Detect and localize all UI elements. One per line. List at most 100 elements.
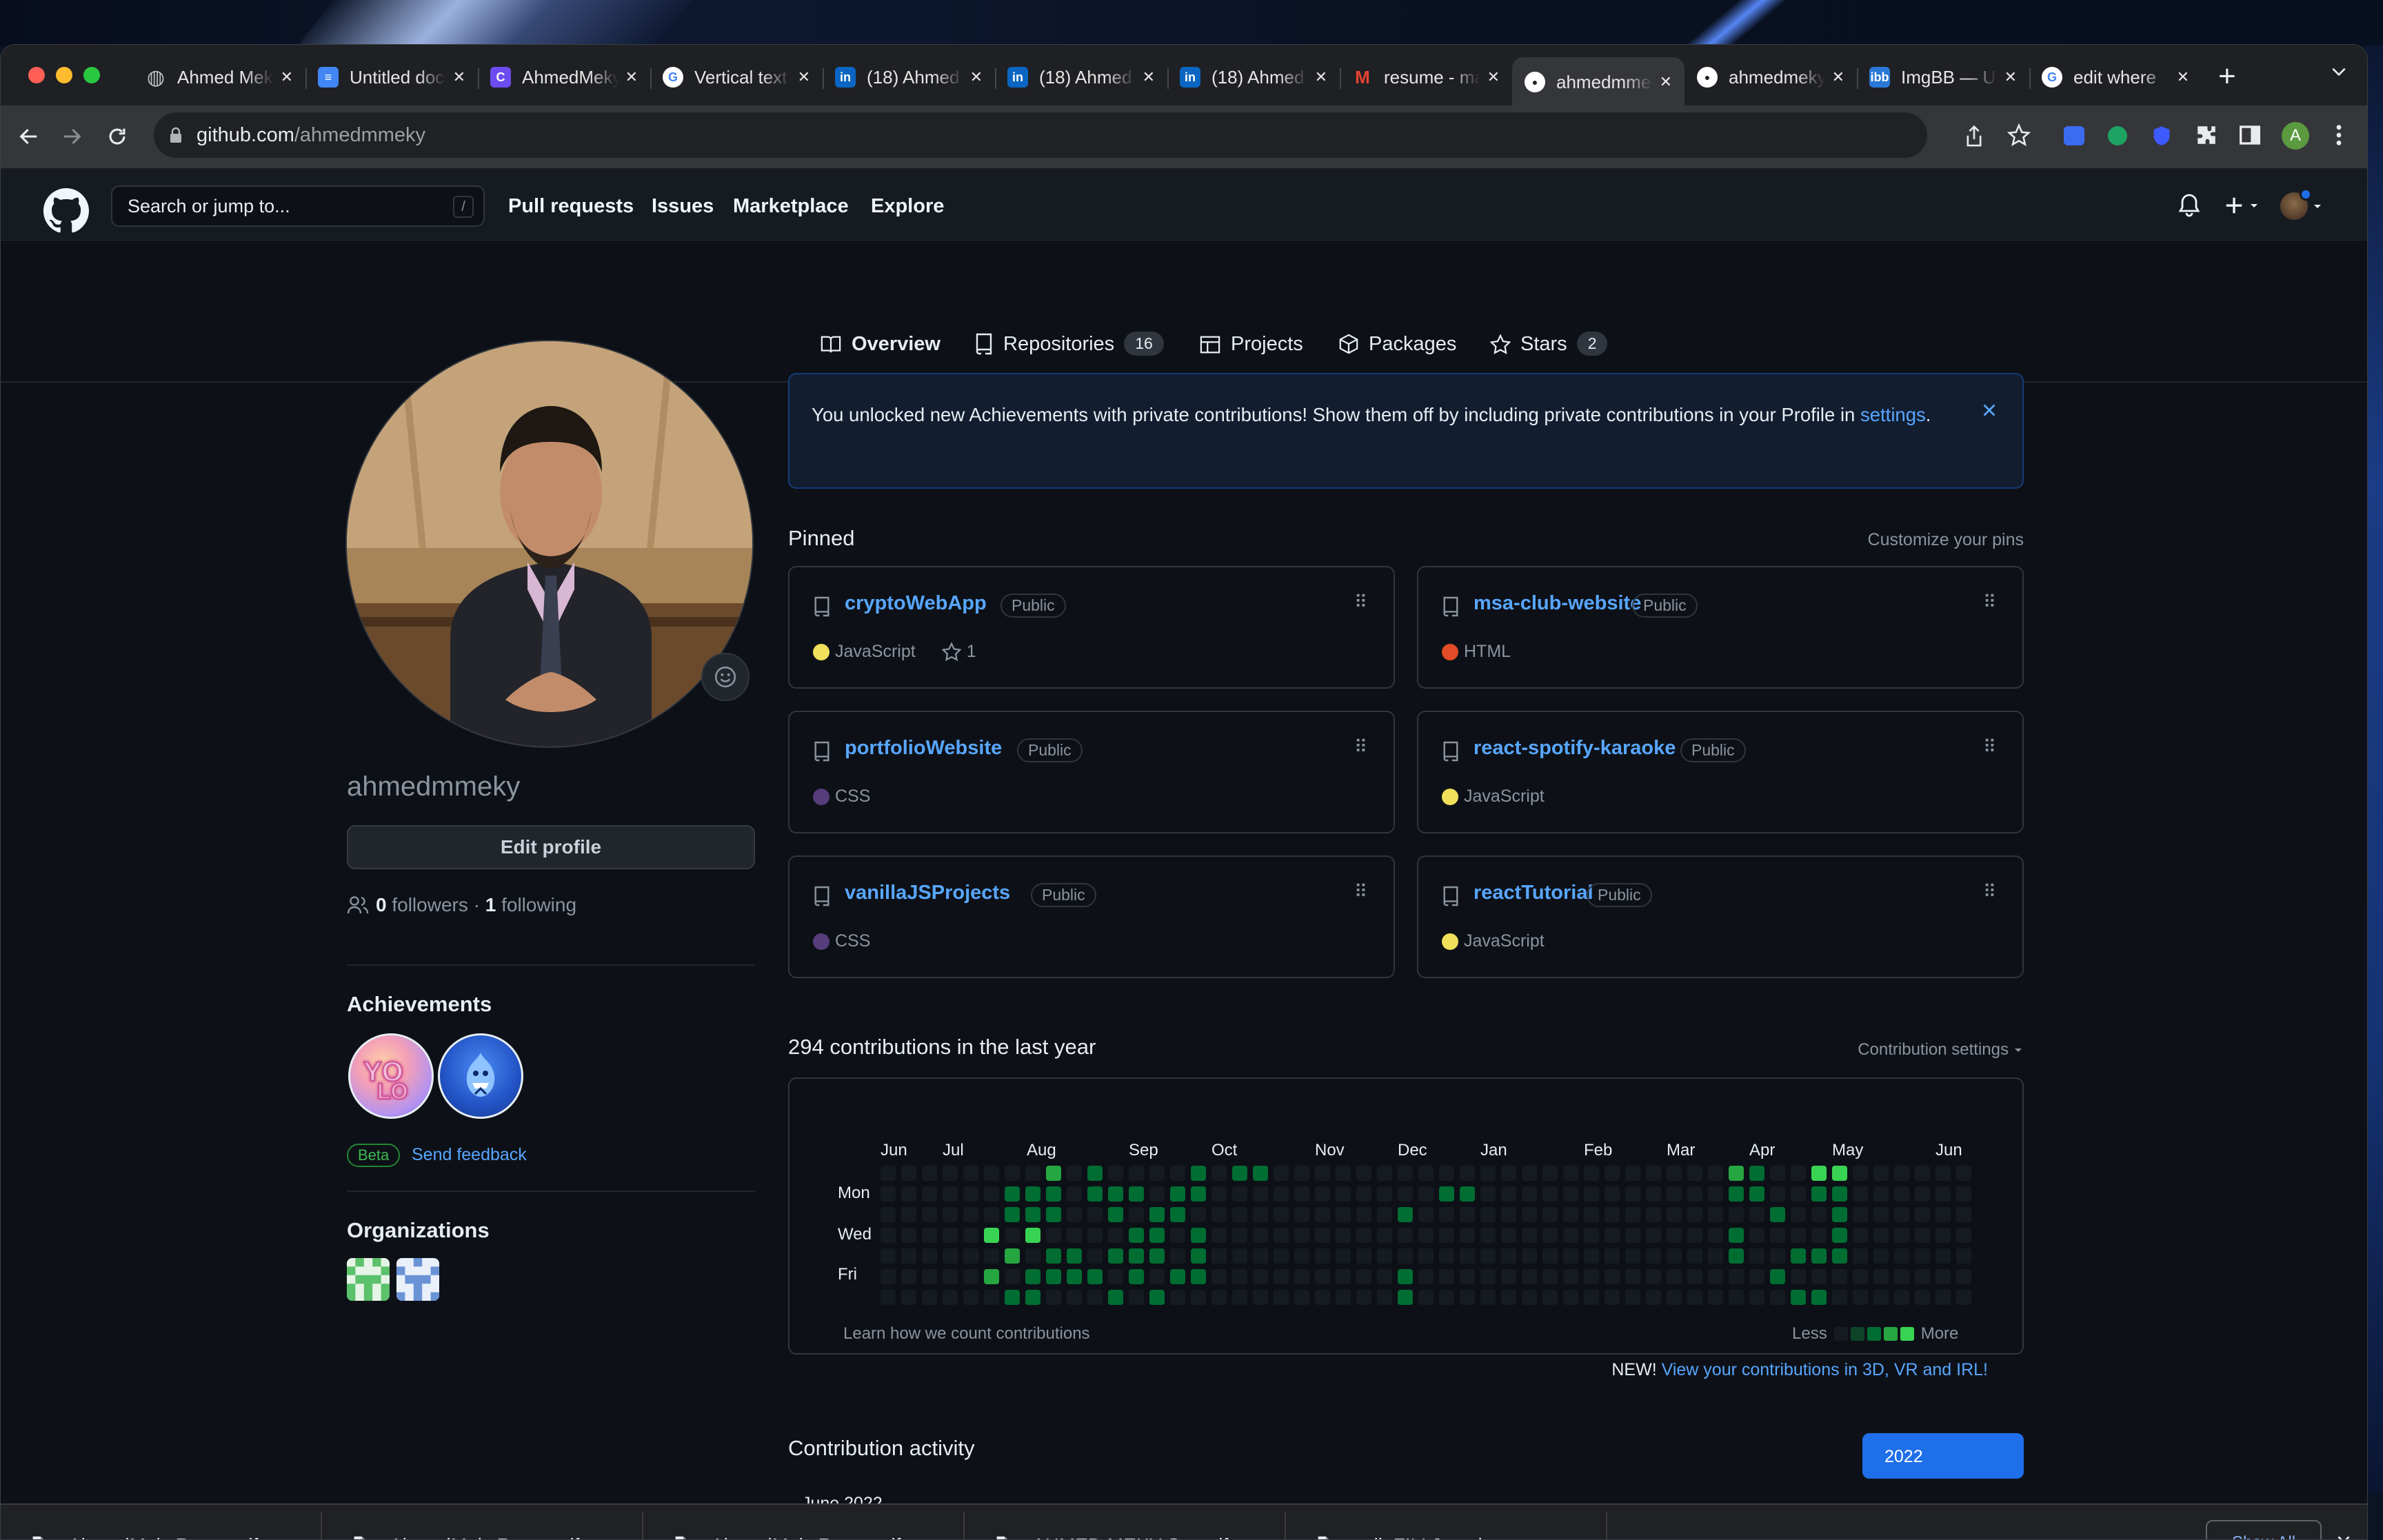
contribution-day-cell[interactable]	[1046, 1228, 1061, 1243]
contribution-day-cell[interactable]	[1811, 1207, 1827, 1222]
contribution-day-cell[interactable]	[943, 1269, 958, 1284]
contribution-day-cell[interactable]	[1067, 1207, 1082, 1222]
contribution-day-cell[interactable]	[1087, 1228, 1103, 1243]
tab-close-icon[interactable]: ✕	[620, 68, 638, 86]
contribution-day-cell[interactable]	[984, 1269, 999, 1284]
contribution-day-cell[interactable]	[1025, 1269, 1040, 1284]
contribution-day-cell[interactable]	[1522, 1166, 1537, 1181]
contribution-day-cell[interactable]	[1584, 1228, 1599, 1243]
contribution-day-cell[interactable]	[1046, 1248, 1061, 1264]
contribution-day-cell[interactable]	[1480, 1207, 1496, 1222]
contribution-day-cell[interactable]	[1191, 1228, 1206, 1243]
side-panel-icon[interactable]	[2239, 125, 2261, 145]
contribution-day-cell[interactable]	[1687, 1207, 1702, 1222]
show-all-downloads-button[interactable]: Show All	[2206, 1520, 2322, 1539]
repo-name-link[interactable]: vanillaJSProjects	[845, 882, 1010, 904]
contribution-day-cell[interactable]	[1398, 1269, 1413, 1284]
contribution-day-cell[interactable]	[922, 1228, 937, 1243]
tab-close-icon[interactable]: ✕	[792, 68, 810, 86]
contribution-day-cell[interactable]	[922, 1269, 937, 1284]
contribution-day-cell[interactable]	[1356, 1186, 1371, 1202]
contribution-day-cell[interactable]	[881, 1290, 896, 1305]
contribution-day-cell[interactable]	[1729, 1207, 1744, 1222]
contribution-day-cell[interactable]	[1336, 1248, 1351, 1264]
contribution-day-cell[interactable]	[1563, 1228, 1578, 1243]
contribution-day-cell[interactable]	[1584, 1207, 1599, 1222]
contribution-day-cell[interactable]	[1563, 1186, 1578, 1202]
contribution-day-cell[interactable]	[1873, 1186, 1889, 1202]
contribution-day-cell[interactable]	[1232, 1228, 1247, 1243]
contribution-day-cell[interactable]	[1729, 1290, 1744, 1305]
contribution-day-cell[interactable]	[1646, 1186, 1661, 1202]
contribution-day-cell[interactable]	[1336, 1290, 1351, 1305]
contribution-day-cell[interactable]	[1418, 1228, 1434, 1243]
contribution-day-cell[interactable]	[881, 1186, 896, 1202]
contribution-day-cell[interactable]	[1729, 1228, 1744, 1243]
contribution-day-cell[interactable]	[1046, 1290, 1061, 1305]
contribution-day-cell[interactable]	[1232, 1290, 1247, 1305]
contribution-day-cell[interactable]	[1935, 1166, 1951, 1181]
achievement-yolo-badge[interactable]: YO LO	[348, 1033, 434, 1119]
contribution-day-cell[interactable]	[1832, 1290, 1847, 1305]
lock-icon[interactable]	[169, 127, 183, 143]
contribution-day-cell[interactable]	[1005, 1290, 1020, 1305]
github-search-input[interactable]: Search or jump to... /	[111, 185, 485, 227]
user-avatar-menu[interactable]	[2280, 188, 2323, 220]
contribution-day-cell[interactable]	[1149, 1186, 1165, 1202]
contribution-day-cell[interactable]	[1791, 1248, 1806, 1264]
contribution-day-cell[interactable]	[1108, 1269, 1123, 1284]
contribution-day-cell[interactable]	[1274, 1207, 1289, 1222]
contribution-day-cell[interactable]	[1274, 1269, 1289, 1284]
contribution-day-cell[interactable]	[1025, 1290, 1040, 1305]
contribution-day-cell[interactable]	[1294, 1228, 1309, 1243]
contribution-day-cell[interactable]	[1439, 1269, 1454, 1284]
contribution-day-cell[interactable]	[1542, 1166, 1558, 1181]
contribution-day-cell[interactable]	[1253, 1186, 1268, 1202]
contribution-day-cell[interactable]	[1336, 1166, 1351, 1181]
extensions-puzzle-icon[interactable]	[2195, 123, 2218, 147]
contribution-day-cell[interactable]	[1274, 1290, 1289, 1305]
contribution-day-cell[interactable]	[1211, 1269, 1227, 1284]
contribution-day-cell[interactable]	[943, 1228, 958, 1243]
contribution-day-cell[interactable]	[1501, 1269, 1516, 1284]
contribution-day-cell[interactable]	[1646, 1269, 1661, 1284]
contribution-day-cell[interactable]	[1356, 1290, 1371, 1305]
contribution-day-cell[interactable]	[984, 1290, 999, 1305]
contribution-day-cell[interactable]	[1232, 1207, 1247, 1222]
contribution-day-cell[interactable]	[1294, 1248, 1309, 1264]
repo-stars[interactable]: 1	[941, 642, 976, 662]
contribution-day-cell[interactable]	[1336, 1228, 1351, 1243]
contribution-day-cell[interactable]	[1915, 1166, 1930, 1181]
contribution-day-cell[interactable]	[922, 1166, 937, 1181]
contribution-day-cell[interactable]	[1418, 1207, 1434, 1222]
contribution-day-cell[interactable]	[881, 1248, 896, 1264]
notifications-bell-icon[interactable]	[2178, 194, 2200, 219]
contribution-day-cell[interactable]	[1398, 1186, 1413, 1202]
contribution-day-cell[interactable]	[1708, 1290, 1723, 1305]
contribution-day-cell[interactable]	[1480, 1186, 1496, 1202]
contribution-day-cell[interactable]	[1770, 1269, 1785, 1284]
contribution-day-cell[interactable]	[1584, 1269, 1599, 1284]
contribution-day-cell[interactable]	[1853, 1186, 1868, 1202]
contribution-day-cell[interactable]	[1708, 1269, 1723, 1284]
contribution-day-cell[interactable]	[1129, 1186, 1144, 1202]
browser-tab[interactable]: ≡ Untitled document✕	[305, 57, 478, 97]
contribution-day-cell[interactable]	[1832, 1248, 1847, 1264]
back-button[interactable]	[17, 125, 41, 148]
download-item[interactable]: AHMED MEKY S....pdf	[965, 1505, 1286, 1539]
forward-button[interactable]	[60, 125, 83, 148]
contribution-day-cell[interactable]	[1501, 1186, 1516, 1202]
contribution-day-cell[interactable]	[901, 1186, 916, 1202]
contribution-day-cell[interactable]	[1625, 1166, 1640, 1181]
contribution-day-cell[interactable]	[1315, 1248, 1330, 1264]
contribution-day-cell[interactable]	[1853, 1269, 1868, 1284]
contribution-day-cell[interactable]	[901, 1248, 916, 1264]
contribution-day-cell[interactable]	[1067, 1186, 1082, 1202]
contribution-day-cell[interactable]	[1605, 1228, 1620, 1243]
extension-green-icon[interactable]	[2108, 126, 2127, 145]
contribution-day-cell[interactable]	[1046, 1166, 1061, 1181]
contribution-day-cell[interactable]	[1005, 1248, 1020, 1264]
contribution-day-cell[interactable]	[1025, 1186, 1040, 1202]
contribution-day-cell[interactable]	[1605, 1269, 1620, 1284]
contribution-day-cell[interactable]	[1067, 1269, 1082, 1284]
